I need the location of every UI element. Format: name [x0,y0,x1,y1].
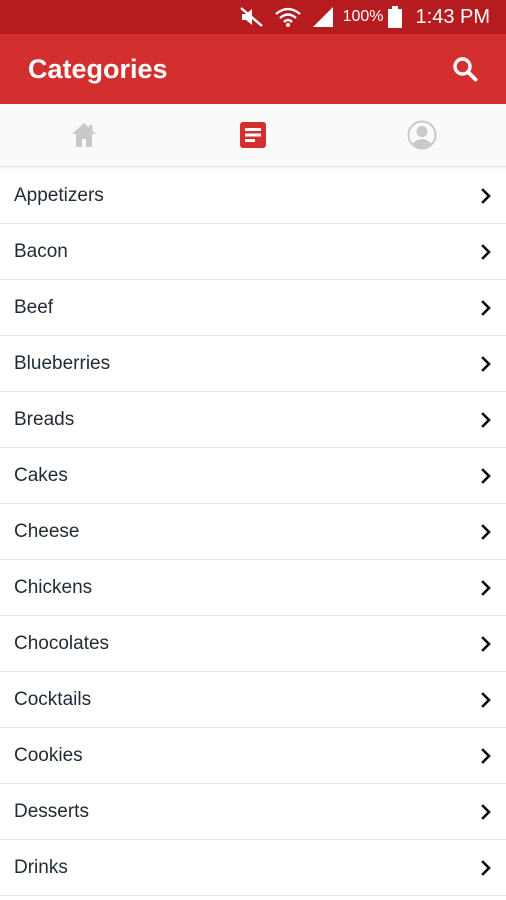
chevron-right-icon [480,859,492,876]
chevron-right-icon [480,299,492,316]
list-item[interactable]: Breads [0,392,506,448]
app-bar: Categories [0,34,506,104]
category-list: Appetizers Bacon Beef Blueberries Breads Cake… [0,168,506,896]
list-item[interactable]: Beef [0,280,506,336]
chevron-right-icon [480,803,492,820]
category-label: Desserts [14,800,89,822]
list-item[interactable]: Chocolates [0,616,506,672]
category-label: Breads [14,408,75,430]
category-label: Cocktails [14,688,92,710]
clock: 1:43 PM [415,5,490,28]
list-item[interactable]: Appetizers [0,168,506,224]
chevron-right-icon [480,579,492,596]
category-label: Chocolates [14,632,110,654]
tab-bar [0,104,506,167]
chevron-right-icon [480,635,492,652]
chevron-right-icon [480,411,492,428]
page-title: Categories [28,53,168,84]
category-label: Cakes [14,464,68,486]
list-item[interactable]: Chickens [0,560,506,616]
chevron-right-icon [480,187,492,204]
chevron-right-icon [480,691,492,708]
category-label: Beef [14,296,54,318]
search-icon [453,57,478,82]
list-item[interactable]: Desserts [0,784,506,840]
battery-icon [387,6,402,28]
list-item[interactable]: Blueberries [0,336,506,392]
category-label: Blueberries [14,352,111,374]
list-item[interactable]: Cheese [0,504,506,560]
list-item[interactable]: Drinks [0,840,506,896]
category-label: Cheese [14,520,80,542]
category-label: Bacon [14,240,68,262]
list-item[interactable]: Bacon [0,224,506,280]
search-button[interactable] [452,56,478,82]
profile-icon [407,120,437,150]
mute-icon [239,6,265,28]
category-label: Appetizers [14,184,104,206]
list-item[interactable]: Cocktails [0,672,506,728]
category-label: Drinks [14,856,68,878]
home-icon [72,123,97,147]
chevron-right-icon [480,355,492,372]
chevron-right-icon [480,467,492,484]
battery-percent: 100% [342,8,384,25]
status-bar: 100% 1:43 PM [0,0,506,34]
chevron-right-icon [480,523,492,540]
wifi-icon [274,6,301,28]
tab-categories[interactable] [169,104,338,166]
list-item[interactable]: Cookies [0,728,506,784]
tab-home[interactable] [0,104,169,166]
list-icon [240,122,266,148]
chevron-right-icon [480,243,492,260]
category-label: Chickens [14,576,93,598]
list-item[interactable]: Cakes [0,448,506,504]
chevron-right-icon [480,747,492,764]
category-label: Cookies [14,744,83,766]
tab-profile[interactable] [337,104,506,166]
signal-icon [311,6,335,28]
